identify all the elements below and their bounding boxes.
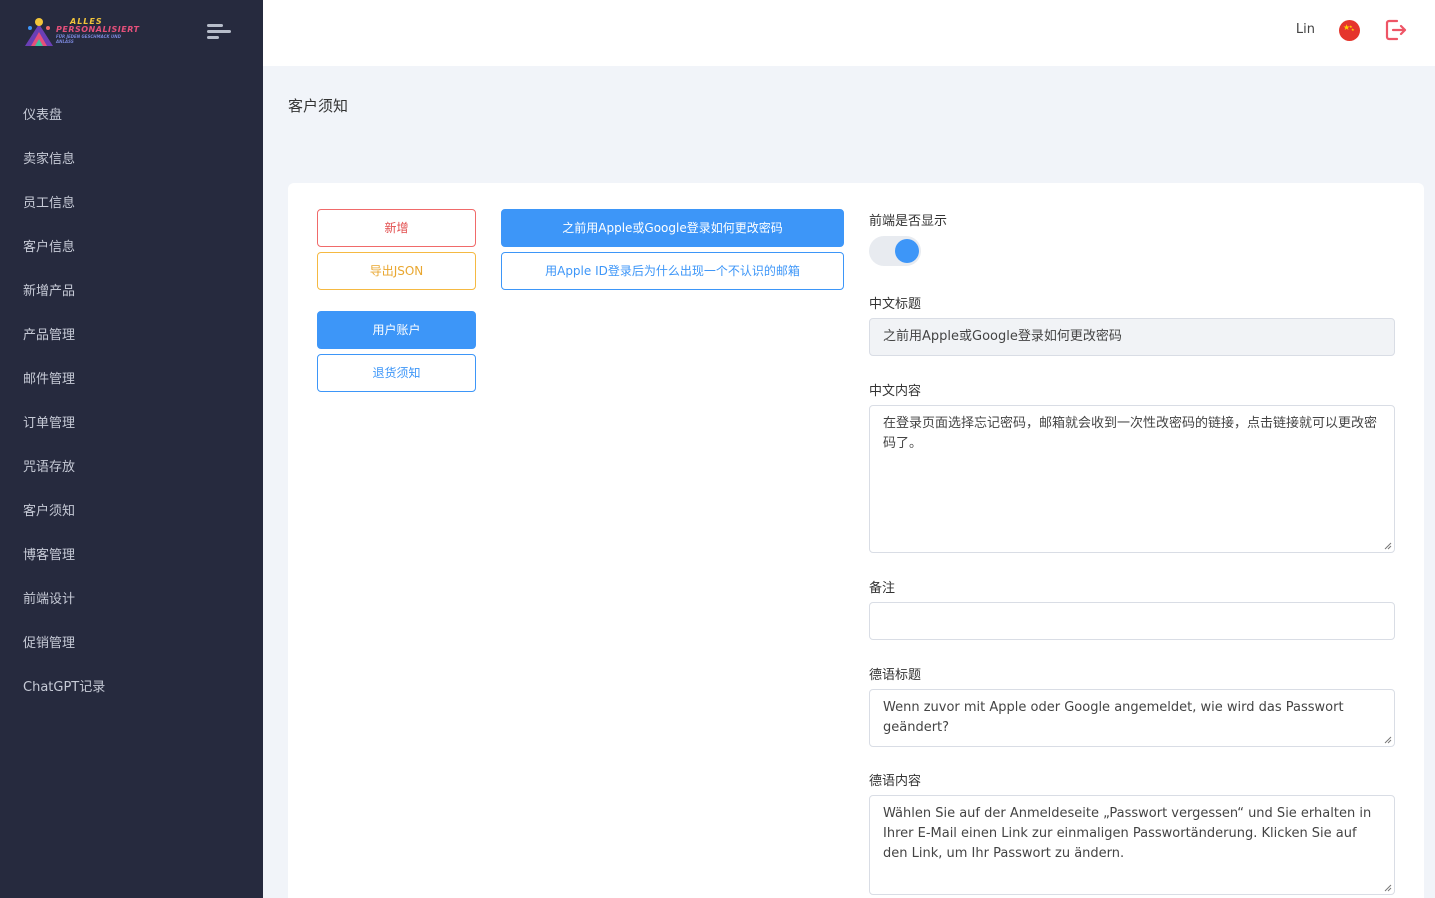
show-frontend-label: 前端是否显示 — [869, 214, 948, 229]
resize-handle-icon[interactable] — [1384, 736, 1392, 744]
brand-logo[interactable]: ALLES PERSONALISIERT FÜR JEDEN GESCHMACK… — [22, 14, 139, 48]
sidebar-menu: 仪表盘 卖家信息 员工信息 客户信息 新增产品 产品管理 邮件管理 订单管理 咒… — [0, 94, 263, 710]
user-name[interactable]: Lin — [1296, 22, 1315, 37]
logo-mark-icon — [25, 18, 53, 46]
sidebar-item-customer-notice[interactable]: 客户须知 — [0, 490, 263, 534]
de-title-text: Wenn zuvor mit Apple oder Google angemel… — [883, 700, 1344, 735]
sidebar-item-product-management[interactable]: 产品管理 — [0, 314, 263, 358]
resize-handle-icon[interactable] — [1384, 884, 1392, 892]
sidebar-item-customer-info[interactable]: 客户信息 — [0, 226, 263, 270]
page-title: 客户须知 — [288, 97, 349, 115]
sidebar-item-prompt-storage[interactable]: 咒语存放 — [0, 446, 263, 490]
sidebar-item-seller-info[interactable]: 卖家信息 — [0, 138, 263, 182]
export-json-button[interactable]: 导出JSON — [317, 252, 476, 290]
note-label: 备注 — [869, 581, 896, 596]
resize-handle-icon[interactable] — [1384, 542, 1392, 550]
sidebar-item-order-management[interactable]: 订单管理 — [0, 402, 263, 446]
show-frontend-toggle[interactable] — [869, 236, 921, 266]
de-content-label: 德语内容 — [869, 774, 922, 789]
sidebar-item-promotion-management[interactable]: 促销管理 — [0, 622, 263, 666]
sidebar-item-dashboard[interactable]: 仪表盘 — [0, 94, 263, 138]
logout-icon[interactable] — [1383, 18, 1407, 42]
note-field[interactable] — [869, 602, 1395, 640]
menu-toggle-icon[interactable] — [207, 21, 231, 41]
sidebar-item-add-product[interactable]: 新增产品 — [0, 270, 263, 314]
china-flag-icon[interactable]: ★ ★ ★ — [1339, 20, 1360, 41]
category-user-account[interactable]: 用户账户 — [317, 311, 476, 349]
sidebar-item-blog-management[interactable]: 博客管理 — [0, 534, 263, 578]
article-item[interactable]: 之前用Apple或Google登录如何更改密码 — [501, 209, 844, 247]
cn-content-text: 在登录页面选择忘记密码，邮箱就会收到一次性改密码的链接，点击链接就可以更改密码了… — [883, 416, 1378, 451]
sidebar-item-frontend-design[interactable]: 前端设计 — [0, 578, 263, 622]
de-title-label: 德语标题 — [869, 668, 922, 683]
article-item[interactable]: 用Apple ID登录后为什么出现一个不认识的邮箱 — [501, 252, 844, 290]
de-content-textarea[interactable]: Wählen Sie auf der Anmeldeseite „Passwor… — [869, 795, 1395, 895]
top-header: Lin ★ ★ ★ — [263, 0, 1435, 66]
de-content-text: Wählen Sie auf der Anmeldeseite „Passwor… — [883, 806, 1372, 861]
de-title-textarea[interactable]: Wenn zuvor mit Apple oder Google angemel… — [869, 689, 1395, 747]
sidebar-item-employee-info[interactable]: 员工信息 — [0, 182, 263, 226]
category-return-notice[interactable]: 退货须知 — [317, 354, 476, 392]
brand-wordmark: ALLES PERSONALISIERT FÜR JEDEN GESCHMACK… — [56, 17, 140, 45]
cn-title-label: 中文标题 — [869, 297, 922, 312]
cn-content-label: 中文内容 — [869, 384, 922, 399]
add-button[interactable]: 新增 — [317, 209, 476, 247]
sidebar-item-mail-management[interactable]: 邮件管理 — [0, 358, 263, 402]
sidebar-item-chatgpt-records[interactable]: ChatGPT记录 — [0, 666, 263, 710]
sidebar: ALLES PERSONALISIERT FÜR JEDEN GESCHMACK… — [0, 0, 263, 898]
toggle-knob — [895, 239, 919, 263]
content-card: 新增 导出JSON 用户账户 退货须知 之前用Apple或Google登录如何更… — [288, 183, 1424, 898]
cn-content-textarea[interactable]: 在登录页面选择忘记密码，邮箱就会收到一次性改密码的链接，点击链接就可以更改密码了… — [869, 405, 1395, 553]
cn-title-field[interactable]: 之前用Apple或Google登录如何更改密码 — [869, 318, 1395, 356]
